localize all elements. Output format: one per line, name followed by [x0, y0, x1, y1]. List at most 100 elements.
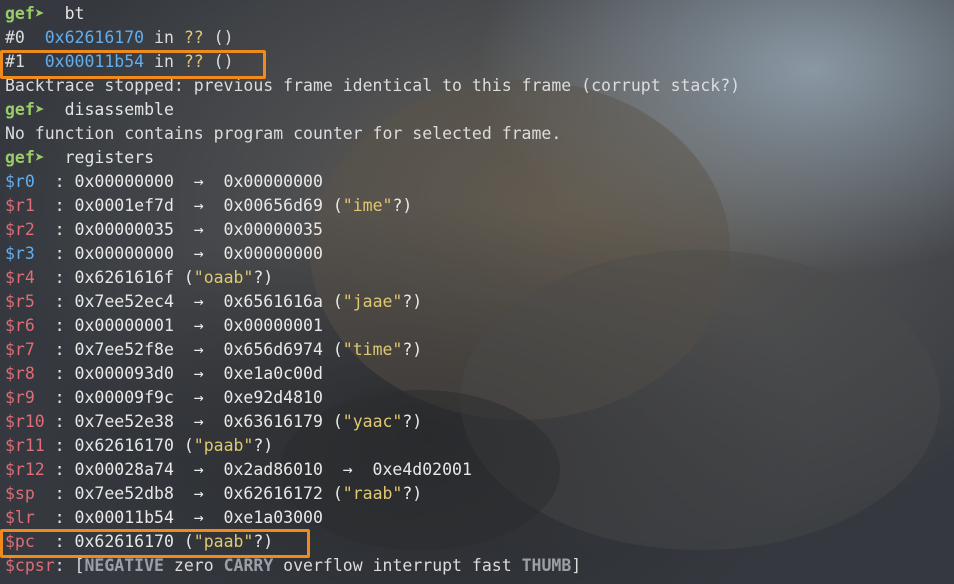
- register-separator: :: [54, 220, 75, 239]
- flag-others: overflow interrupt fast: [273, 556, 522, 575]
- register-tail: ?): [392, 196, 413, 215]
- disassemble-output: No function contains program counter for…: [5, 124, 562, 143]
- register-row: $r12 : 0x00028a74 → 0x2ad86010 → 0xe4d02…: [5, 458, 740, 482]
- highlight-pc-register: [0, 529, 310, 558]
- register-separator: :: [54, 364, 75, 383]
- register-value: 0x7ee52ec4 → 0x6561616a (: [74, 292, 343, 311]
- register-separator: :: [54, 388, 75, 407]
- register-name: $r7: [5, 340, 55, 359]
- register-value: 0x00000000 → 0x00000000: [74, 172, 323, 191]
- gef-prompt: gef➤: [5, 148, 55, 167]
- register-string: "paab": [193, 436, 254, 455]
- register-value: 0x6261616f (: [74, 268, 194, 287]
- gef-prompt: gef➤: [5, 4, 55, 23]
- register-value: 0x0001ef7d → 0x00656d69 (: [74, 196, 343, 215]
- register-name: $r5: [5, 292, 55, 311]
- command-text: disassemble: [54, 100, 174, 119]
- register-name: $r2: [5, 220, 55, 239]
- register-value: 0x7ee52f8e → 0x656d6974 (: [74, 340, 343, 359]
- register-string: "raab": [342, 484, 403, 503]
- register-name: $cpsr: [5, 556, 55, 575]
- flag-negative: NEGATIVE: [84, 556, 164, 575]
- prompt-line-registers: gef➤ registers: [5, 146, 740, 170]
- register-string: "oaab": [193, 268, 254, 287]
- register-row: $r11 : 0x62616170 ("paab"?): [5, 434, 740, 458]
- prompt-line-disassemble: gef➤ disassemble: [5, 98, 740, 122]
- register-value: 0x00028a74 → 0x2ad86010 → 0xe4d02001: [74, 460, 472, 479]
- register-row: $r2 : 0x00000035 → 0x00000035: [5, 218, 740, 242]
- register-row: $r0 : 0x00000000 → 0x00000000: [5, 170, 740, 194]
- register-value: 0x00009f9c → 0xe92d4810: [74, 388, 323, 407]
- register-name: $lr: [5, 508, 55, 527]
- flag-zero: zero: [163, 556, 224, 575]
- register-separator: :: [54, 436, 75, 455]
- flag-thumb: THUMB: [521, 556, 572, 575]
- register-separator: :: [54, 292, 75, 311]
- register-row: $lr : 0x00011b54 → 0xe1a03000: [5, 506, 740, 530]
- register-separator: :: [54, 316, 75, 335]
- register-name: $r10: [5, 412, 55, 431]
- register-row: $r4 : 0x6261616f ("oaab"?): [5, 266, 740, 290]
- register-name: $r9: [5, 388, 55, 407]
- register-row: $r5 : 0x7ee52ec4 → 0x6561616a ("jaae"?): [5, 290, 740, 314]
- register-tail: ?): [402, 340, 423, 359]
- register-name: $r11: [5, 436, 55, 455]
- register-separator: :: [54, 244, 75, 263]
- frame-symbol: ??: [183, 28, 204, 47]
- register-separator: :: [54, 508, 75, 527]
- register-value: 0x00000001 → 0x00000001: [74, 316, 323, 335]
- register-tail: ?): [253, 436, 274, 455]
- register-row: $sp : 0x7ee52db8 → 0x62616172 ("raab"?): [5, 482, 740, 506]
- cpsr-open: : [: [54, 556, 85, 575]
- register-value: 0x7ee52db8 → 0x62616172 (: [74, 484, 343, 503]
- register-list: $r0 : 0x00000000 → 0x00000000 $r1 : 0x000…: [5, 170, 740, 554]
- register-row: $r9 : 0x00009f9c → 0xe92d4810: [5, 386, 740, 410]
- register-row: $r6 : 0x00000001 → 0x00000001: [5, 314, 740, 338]
- register-row: $r1 : 0x0001ef7d → 0x00656d69 ("ime"?): [5, 194, 740, 218]
- register-name: $r12: [5, 460, 55, 479]
- register-tail: ?): [402, 292, 423, 311]
- register-separator: :: [54, 412, 75, 431]
- register-value: 0x00011b54 → 0xe1a03000: [74, 508, 323, 527]
- register-string: "jaae": [342, 292, 403, 311]
- command-text: bt: [54, 4, 85, 23]
- register-string: "ime": [342, 196, 393, 215]
- register-tail: ?): [402, 412, 423, 431]
- register-string: "yaac": [342, 412, 403, 431]
- backtrace-frame-0: #0 0x62616170 in ?? (): [5, 26, 740, 50]
- register-string: "time": [342, 340, 403, 359]
- register-separator: :: [54, 268, 75, 287]
- frame-in: in: [144, 28, 184, 47]
- register-separator: :: [54, 340, 75, 359]
- register-row: $r3 : 0x00000000 → 0x00000000: [5, 242, 740, 266]
- gef-prompt: gef➤: [5, 100, 55, 119]
- register-separator: :: [54, 196, 75, 215]
- register-value: 0x000093d0 → 0xe1a0c00d: [74, 364, 323, 383]
- register-name: $r6: [5, 316, 55, 335]
- command-text: registers: [54, 148, 155, 167]
- register-name: $r8: [5, 364, 55, 383]
- register-value: 0x00000000 → 0x00000000: [74, 244, 323, 263]
- register-tail: ?): [402, 484, 423, 503]
- frame-args: (): [203, 28, 234, 47]
- register-row: $r8 : 0x000093d0 → 0xe1a0c00d: [5, 362, 740, 386]
- register-name: $sp: [5, 484, 55, 503]
- register-separator: :: [54, 172, 75, 191]
- register-value: 0x62616170 (: [74, 436, 194, 455]
- terminal-output: gef➤ bt #0 0x62616170 in ?? () #1 0x0001…: [5, 2, 740, 578]
- register-row: $r7 : 0x7ee52f8e → 0x656d6974 ("time"?): [5, 338, 740, 362]
- register-separator: :: [54, 460, 75, 479]
- register-row: $r10 : 0x7ee52e38 → 0x63616179 ("yaac"?): [5, 410, 740, 434]
- register-value: 0x7ee52e38 → 0x63616179 (: [74, 412, 343, 431]
- register-name: $r1: [5, 196, 55, 215]
- cpsr-close: ]: [571, 556, 582, 575]
- register-value: 0x00000035 → 0x00000035: [74, 220, 323, 239]
- register-name: $r0: [5, 172, 55, 191]
- register-tail: ?): [253, 268, 274, 287]
- register-separator: :: [54, 484, 75, 503]
- prompt-line-bt: gef➤ bt: [5, 2, 740, 26]
- frame-address: 0x62616170: [44, 28, 145, 47]
- register-name: $r3: [5, 244, 55, 263]
- frame-number: #0: [5, 28, 45, 47]
- flag-carry: CARRY: [223, 556, 274, 575]
